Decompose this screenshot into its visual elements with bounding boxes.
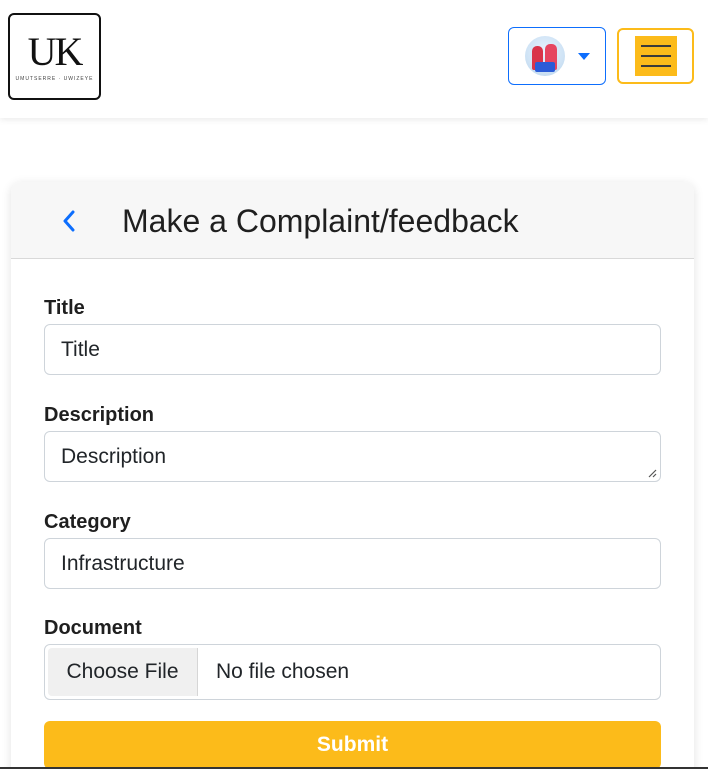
avatar bbox=[525, 36, 565, 76]
page-title: Make a Complaint/feedback bbox=[122, 203, 519, 239]
submit-button[interactable]: Submit bbox=[44, 721, 661, 769]
file-status-text: No file chosen bbox=[216, 660, 350, 683]
description-label: Description bbox=[44, 404, 155, 426]
title-input[interactable]: Title bbox=[44, 324, 661, 375]
hamburger-icon bbox=[634, 36, 677, 76]
logo-mark: UK bbox=[27, 28, 84, 74]
caret-down-icon bbox=[578, 52, 590, 60]
document-file-input[interactable]: Choose File No file chosen bbox=[44, 644, 661, 700]
description-placeholder: Description bbox=[61, 445, 167, 468]
category-label: Category bbox=[44, 511, 131, 533]
menu-toggle-button[interactable] bbox=[617, 28, 694, 84]
chevron-left-icon[interactable] bbox=[59, 210, 79, 232]
description-textarea[interactable]: Description bbox=[44, 431, 661, 482]
complaint-form: Title Title Description Description Cate… bbox=[44, 295, 661, 769]
card-header: Make a Complaint/feedback bbox=[11, 182, 694, 259]
choose-file-button[interactable]: Choose File bbox=[48, 648, 198, 696]
category-value: Infrastructure bbox=[61, 551, 185, 575]
title-label: Title bbox=[44, 297, 85, 319]
category-input[interactable]: Infrastructure bbox=[44, 538, 661, 589]
complaint-card: Make a Complaint/feedback Title Title De… bbox=[11, 182, 694, 769]
brand-logo[interactable]: UK UMUTSERRE · UWIZEYE bbox=[8, 13, 101, 100]
resize-handle-icon[interactable] bbox=[647, 468, 657, 478]
logo-tagline: UMUTSERRE · UWIZEYE bbox=[15, 75, 94, 82]
document-label: Document bbox=[44, 617, 142, 639]
title-placeholder: Title bbox=[61, 337, 100, 361]
profile-dropdown-button[interactable] bbox=[508, 27, 606, 85]
top-navbar: UK UMUTSERRE · UWIZEYE bbox=[0, 0, 708, 118]
